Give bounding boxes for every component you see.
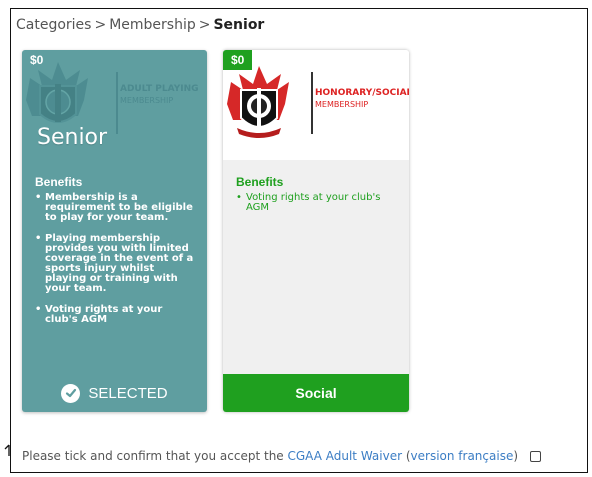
benefit-item: Voting rights at your club's AGM: [35, 305, 195, 325]
breadcrumb-membership[interactable]: Membership: [109, 17, 196, 33]
waiver-checkbox[interactable]: [530, 450, 542, 462]
benefits-list: Membership is a requirement to be eligib…: [35, 193, 195, 336]
logo-title: HONORARY/SOCIAL: [315, 88, 409, 98]
benefit-item: Voting rights at your club's AGM: [236, 193, 396, 213]
membership-card-senior[interactable]: ADULT PLAYING MEMBERSHIP $0 Senior Benef…: [22, 50, 207, 412]
cursor-icon: [4, 444, 10, 456]
card-title: Senior: [37, 125, 108, 150]
waiver-link[interactable]: CGAA Adult Waiver: [288, 449, 403, 463]
waiver-text: Please tick and confirm that you accept …: [22, 449, 288, 463]
logo-divider: [311, 72, 313, 134]
logo-caption: HONORARY/SOCIAL MEMBERSHIP: [315, 88, 409, 110]
selected-indicator[interactable]: SELECTED: [22, 374, 207, 412]
price-badge: $0: [30, 53, 44, 67]
logo-title: ADULT PLAYING: [120, 84, 199, 94]
breadcrumb-current: Senior: [213, 17, 265, 33]
logo-divider: [116, 72, 118, 134]
benefit-item: Membership is a requirement to be eligib…: [35, 193, 195, 223]
waiver-row: Please tick and confirm that you accept …: [22, 449, 542, 463]
waiver-french-link[interactable]: version française: [411, 449, 514, 463]
breadcrumb-separator: >: [94, 17, 107, 33]
benefit-item: Playing membership provides you with lim…: [35, 234, 195, 294]
waiver-text-after: ): [513, 449, 519, 463]
price-badge: $0: [223, 50, 253, 70]
breadcrumb: Categories > Membership > Senior: [16, 17, 264, 33]
selected-label: SELECTED: [88, 384, 168, 402]
benefits-heading: Benefits: [236, 175, 284, 189]
logo-subtitle: MEMBERSHIP: [315, 100, 369, 109]
logo-caption: ADULT PLAYING MEMBERSHIP: [120, 84, 198, 106]
benefits-list: Voting rights at your club's AGM: [236, 193, 396, 224]
breadcrumb-categories[interactable]: Categories: [16, 17, 91, 33]
breadcrumb-separator: >: [198, 17, 211, 33]
logo-subtitle: MEMBERSHIP: [120, 96, 174, 105]
social-select-button[interactable]: Social: [223, 374, 409, 412]
benefits-heading: Benefits: [35, 175, 83, 189]
membership-card-social[interactable]: HONORARY/SOCIAL MEMBERSHIP $0 Benefits V…: [223, 50, 409, 412]
waiver-text-middle: (: [402, 449, 411, 463]
check-circle-icon: [61, 383, 81, 403]
